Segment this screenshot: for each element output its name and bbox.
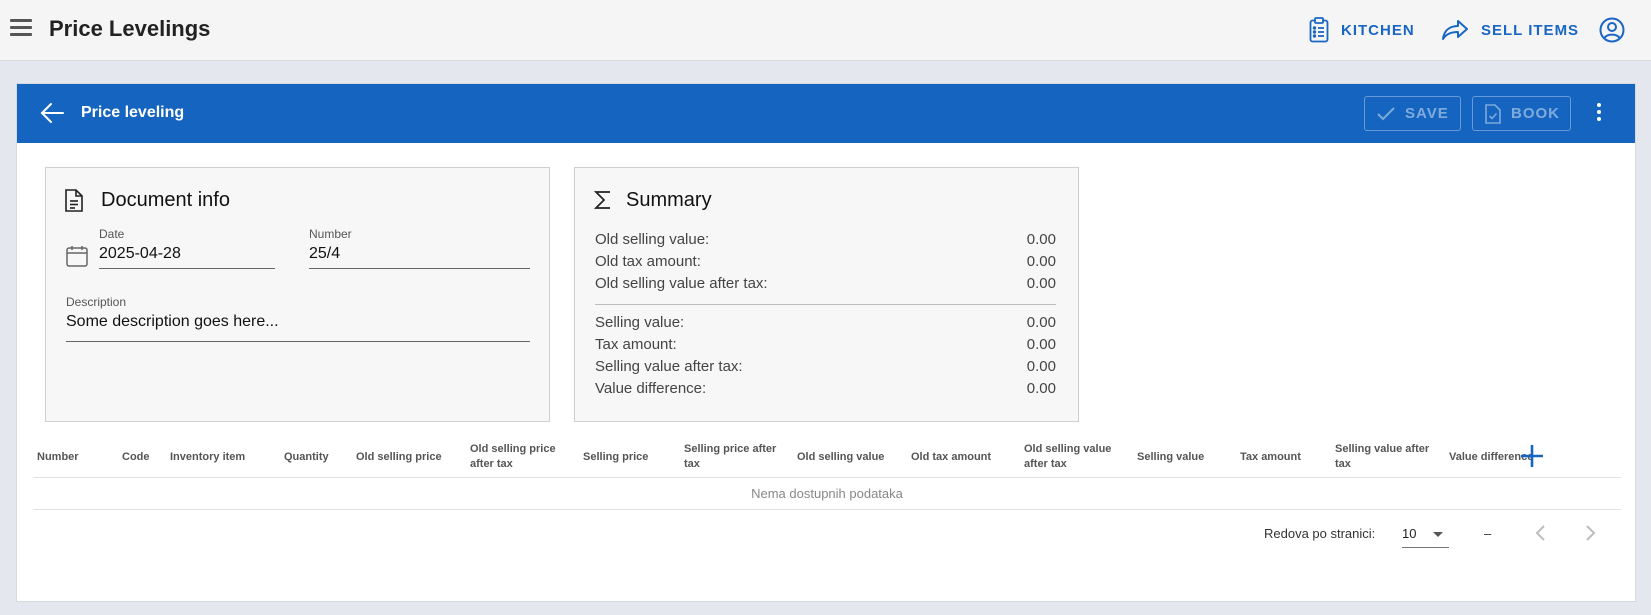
rows-per-page-value: 10 [1402,526,1417,541]
column-header-old-selling-price[interactable]: Old selling price [356,450,442,465]
description-label: Description [66,295,127,309]
summary-label: Selling value after tax: [595,358,743,375]
description-underline [66,341,530,342]
check-icon [1377,106,1395,120]
summary-value: 0.00 [1026,314,1056,331]
summary-row: Old selling value: 0.00 [595,231,1056,248]
rows-per-page-select[interactable]: 10 [1402,522,1449,548]
table-header: Number Code Inventory item Quantity Old … [33,436,1621,478]
kitchen-button[interactable]: KITCHEN [1309,14,1415,46]
summary-label: Old selling value after tax: [595,275,768,292]
number-underline [309,268,530,269]
summary-row: Selling value: 0.00 [595,314,1056,331]
document-info-title: Document info [101,189,230,211]
price-leveling-card: Price leveling SAVE BOOK Document info D… [16,83,1636,602]
book-label: BOOK [1511,105,1560,122]
summary-divider [595,304,1056,305]
book-button[interactable]: BOOK [1472,96,1571,131]
sell-items-label: SELL ITEMS [1481,21,1580,39]
sigma-icon [594,191,610,209]
calendar-icon[interactable] [66,245,88,267]
summary-label: Selling value: [595,314,685,331]
summary-value: 0.00 [1026,231,1056,248]
number-label: Number [309,227,352,241]
summary-row: Value difference: 0.00 [595,380,1056,397]
summary-row: Selling value after tax: 0.00 [595,358,1056,375]
summary-value: 0.00 [1026,358,1056,375]
column-header-old-selling-value[interactable]: Old selling value [797,450,884,465]
account-circle-icon[interactable] [1599,17,1625,43]
clipboard-list-icon [1309,17,1329,43]
summary-value: 0.00 [1026,380,1056,397]
kitchen-label: KITCHEN [1341,21,1415,39]
date-underline [99,268,275,269]
card-header: Price leveling SAVE BOOK [17,84,1635,143]
summary-value: 0.00 [1026,275,1056,292]
summary-value: 0.00 [1026,253,1056,270]
app-bar: Price Levelings KITCHEN SELL ITEMS [0,0,1651,61]
column-header-number[interactable]: Number [37,450,79,465]
column-header-code[interactable]: Code [122,450,150,465]
column-header-quantity[interactable]: Quantity [284,450,329,465]
summary-label: Value difference: [595,380,707,397]
column-header-inventory-item[interactable]: Inventory item [170,450,245,465]
summary-row: Old tax amount: 0.00 [595,253,1056,270]
add-icon[interactable] [1520,444,1544,468]
summary-panel: Summary Old selling value: 0.00 Old tax a… [574,167,1079,422]
column-header-selling-value[interactable]: Selling value [1137,450,1204,465]
pagination-range: – [1484,526,1492,541]
date-label: Date [99,227,125,241]
save-label: SAVE [1405,105,1449,122]
summary-title: Summary [626,189,712,211]
column-header-selling-value-after-tax[interactable]: Selling value after tax [1335,442,1429,472]
document-check-icon [1485,103,1501,124]
page-title: Price leveling [81,104,185,121]
chevron-left-icon[interactable] [1529,521,1553,545]
document-icon [65,189,83,212]
summary-row: Old selling value after tax: 0.00 [595,275,1056,292]
app-title: Price Levelings [49,16,211,41]
column-header-old-selling-price-after-tax[interactable]: Old selling price after tax [470,442,556,472]
save-button[interactable]: SAVE [1364,96,1461,131]
document-info-panel: Document info Date 2025-04-28 Number 25/… [45,167,550,422]
menu-icon[interactable] [10,17,34,43]
number-field[interactable]: 25/4 [309,245,340,263]
summary-label: Old selling value: [595,231,710,248]
chevron-right-icon[interactable] [1578,521,1602,545]
empty-table-message: Nema dostupnih podataka [33,478,1621,510]
arrow-left-icon[interactable] [39,101,65,125]
column-header-old-tax-amount[interactable]: Old tax amount [911,450,991,465]
column-header-selling-price-after-tax[interactable]: Selling price after tax [684,442,776,472]
date-field[interactable]: 2025-04-28 [99,245,181,263]
chevron-down-icon [1433,532,1443,537]
summary-label: Old tax amount: [595,253,701,270]
sell-items-button[interactable]: SELL ITEMS [1441,14,1579,46]
summary-value: 0.00 [1026,336,1056,353]
column-header-tax-amount[interactable]: Tax amount [1240,450,1301,465]
more-vert-icon[interactable] [1593,100,1605,126]
column-header-old-selling-value-after-tax[interactable]: Old selling value after tax [1024,442,1111,472]
summary-label: Tax amount: [595,336,677,353]
summary-row: Tax amount: 0.00 [595,336,1056,353]
column-header-selling-price[interactable]: Selling price [583,450,648,465]
share-arrow-icon [1442,20,1468,40]
description-field[interactable]: Some description goes here... [66,313,279,331]
rows-per-page-label: Redova po stranici: [1264,526,1376,541]
